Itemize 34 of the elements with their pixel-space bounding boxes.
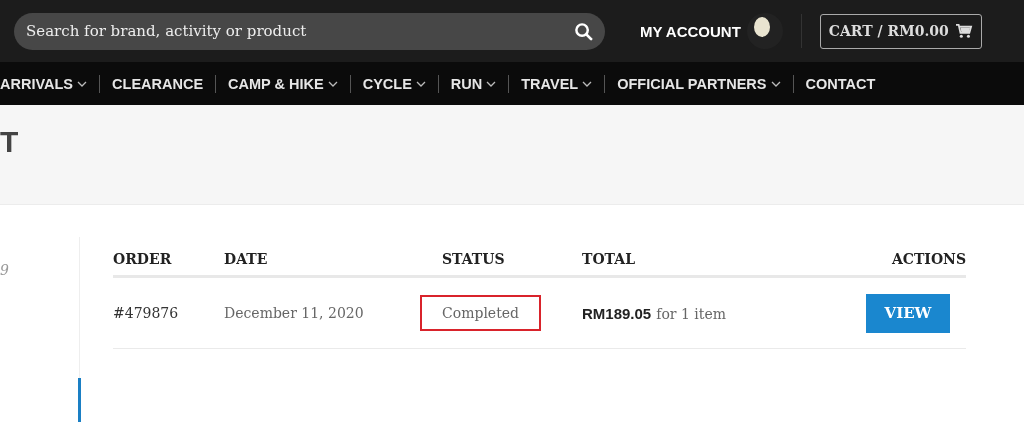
chevron-icon bbox=[582, 80, 593, 87]
chevron-icon bbox=[327, 80, 338, 87]
column-header: ACTIONS bbox=[891, 251, 966, 267]
order-number: #479876 bbox=[113, 305, 180, 321]
order-date: December 11, 2020 bbox=[224, 305, 365, 321]
nav-link[interactable]: RUN bbox=[438, 75, 509, 92]
nav-link[interactable]: CONTACT bbox=[793, 75, 888, 92]
search-field[interactable]: Search for brand, activity or product bbox=[14, 12, 605, 50]
chevron-icon bbox=[77, 80, 88, 87]
column-header: ORDER bbox=[113, 251, 173, 267]
sidebar-text: 9 bbox=[0, 262, 9, 278]
nav-link[interactable]: CYCLE bbox=[350, 75, 438, 92]
account-link[interactable]: MY ACCOUNT bbox=[640, 22, 741, 40]
chevron-icon bbox=[415, 80, 426, 87]
active-menu-indicator bbox=[78, 378, 81, 422]
nav-link[interactable]: CLEARANCE bbox=[100, 75, 216, 92]
view-button[interactable]: VIEW bbox=[866, 293, 950, 333]
column-header: STATUS bbox=[442, 251, 506, 267]
column-header: TOTAL bbox=[582, 251, 636, 267]
nav-link[interactable]: OFFICIAL PARTNERS bbox=[605, 75, 793, 92]
nav-link[interactable]: ARRIVALS bbox=[0, 75, 100, 92]
nav-link[interactable]: TRAVEL bbox=[509, 75, 605, 92]
search-icon[interactable] bbox=[574, 21, 593, 41]
avatar-icon[interactable] bbox=[746, 13, 783, 49]
page-title: T bbox=[0, 124, 20, 159]
order-status: Completed bbox=[420, 295, 541, 331]
cart-button[interactable]: CART / RM0.00 bbox=[819, 13, 982, 49]
chevron-icon bbox=[486, 80, 497, 87]
nav-link[interactable]: CAMP & HIKE bbox=[216, 75, 350, 92]
cart-icon bbox=[954, 23, 973, 39]
column-header: DATE bbox=[224, 251, 269, 267]
item-count: for 1 item bbox=[656, 305, 726, 322]
order-total: RM189.05 bbox=[582, 304, 652, 322]
chevron-icon bbox=[770, 80, 781, 87]
